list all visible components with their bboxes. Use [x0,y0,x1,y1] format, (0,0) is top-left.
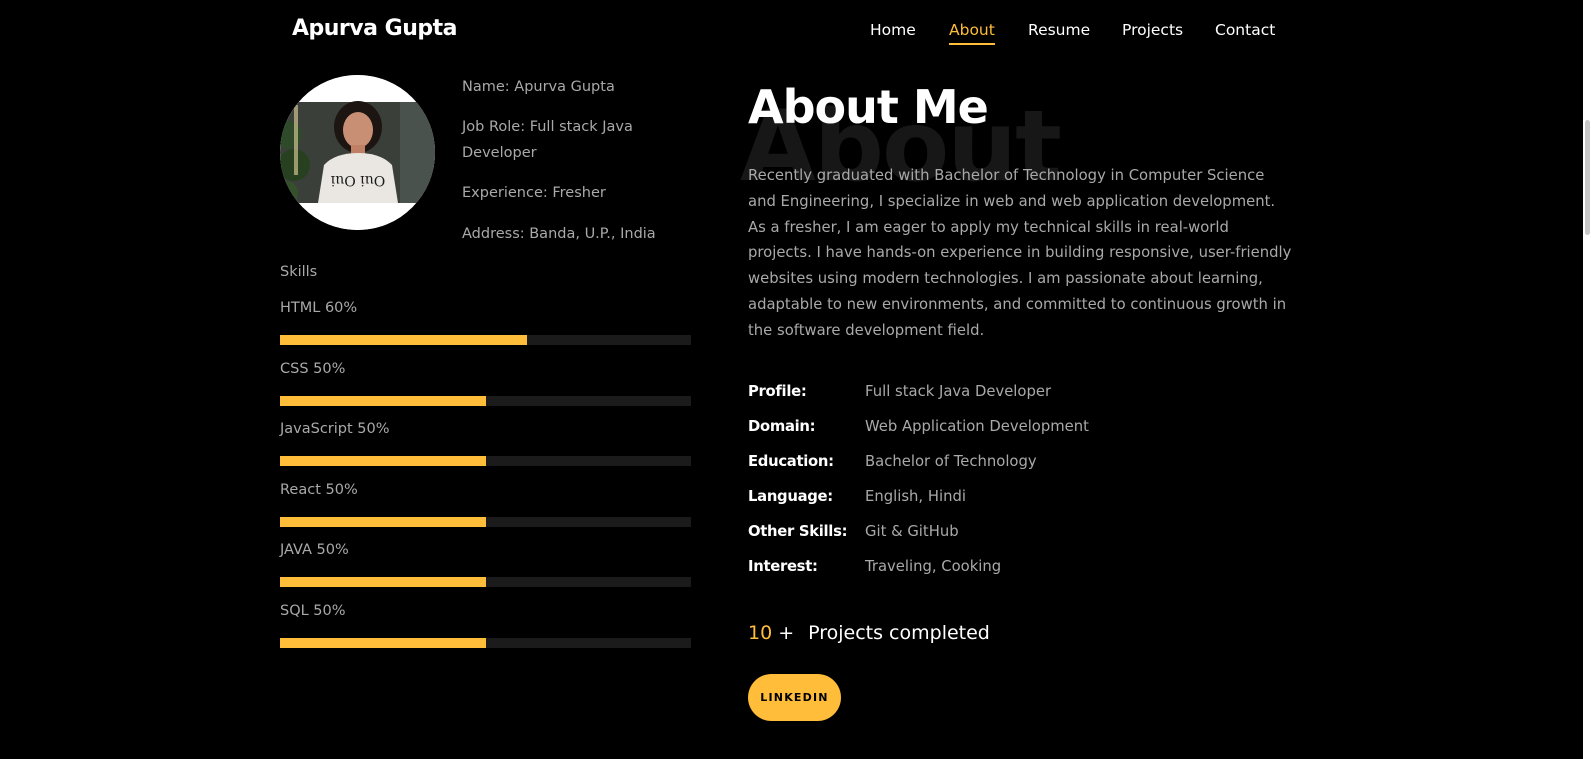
brand-logo[interactable]: Apurva Gupta [292,16,457,41]
detail-value: Bachelor of Technology [865,453,1037,470]
detail-key: Education: [748,453,834,470]
navbar: Apurva Gupta Home About Resume Projects … [0,0,1591,62]
nav-link-projects[interactable]: Projects [1122,21,1183,39]
detail-key: Domain: [748,418,816,435]
detail-key: Language: [748,488,833,505]
about-heading: About Me [748,80,989,134]
info-job-role: Job Role: Full stack Java Developer [462,119,633,161]
skill-progress-fill [280,456,486,466]
nav-link-about-label: About [949,21,995,39]
nav-link-home[interactable]: Home [870,21,916,39]
skill-progress-track [280,577,691,587]
skill-progress-fill [280,335,527,345]
counter-label: Projects completed [808,622,990,644]
skill-progress-fill [280,517,486,527]
nav-link-resume[interactable]: Resume [1028,21,1090,39]
detail-value: English, Hindi [865,488,966,505]
counter-number: 10 [748,622,773,644]
detail-key: Other Skills: [748,523,848,540]
skill-progress-fill [280,638,486,648]
nav-link-about[interactable]: About [949,21,995,45]
skill-label: JAVA 50% [280,542,349,558]
page-scrollbar[interactable] [1583,0,1591,759]
skill-progress-track [280,335,691,345]
skill-progress-track [280,517,691,527]
skill-progress-track [280,456,691,466]
info-address: Address: Banda, U.P., India [462,226,656,242]
skill-label: React 50% [280,482,358,498]
detail-key: Interest: [748,558,818,575]
projects-counter: 10 + Projects completed [748,622,990,644]
skill-progress-fill [280,396,486,406]
skill-progress-track [280,638,691,648]
skill-label: HTML 60% [280,300,358,316]
active-nav-underline [949,43,995,45]
skill-progress-fill [280,577,486,587]
info-experience: Experience: Fresher [462,185,606,201]
linkedin-button[interactable]: LINKEDIN [748,674,841,721]
about-description: Recently graduated with Bachelor of Tech… [748,167,1292,339]
detail-key: Profile: [748,383,807,400]
skill-progress-track [280,396,691,406]
svg-text:Oui Oui: Oui Oui [330,172,385,188]
skill-label: SQL 50% [280,603,346,619]
info-name: Name: Apurva Gupta [462,79,615,95]
counter-plus: + [778,622,795,644]
skill-label: CSS 50% [280,361,346,377]
detail-value: Full stack Java Developer [865,383,1052,400]
skill-label: JavaScript 50% [280,421,390,437]
detail-value: Git & GitHub [865,523,959,540]
skills-title: Skills [280,264,318,280]
detail-value: Web Application Development [865,418,1089,435]
detail-value: Traveling, Cooking [865,558,1002,575]
profile-photo-image: Oui Oui [280,75,435,230]
nav-link-contact[interactable]: Contact [1215,21,1275,39]
profile-photo: Oui Oui [280,75,435,230]
scrollbar-thumb[interactable] [1585,120,1590,235]
